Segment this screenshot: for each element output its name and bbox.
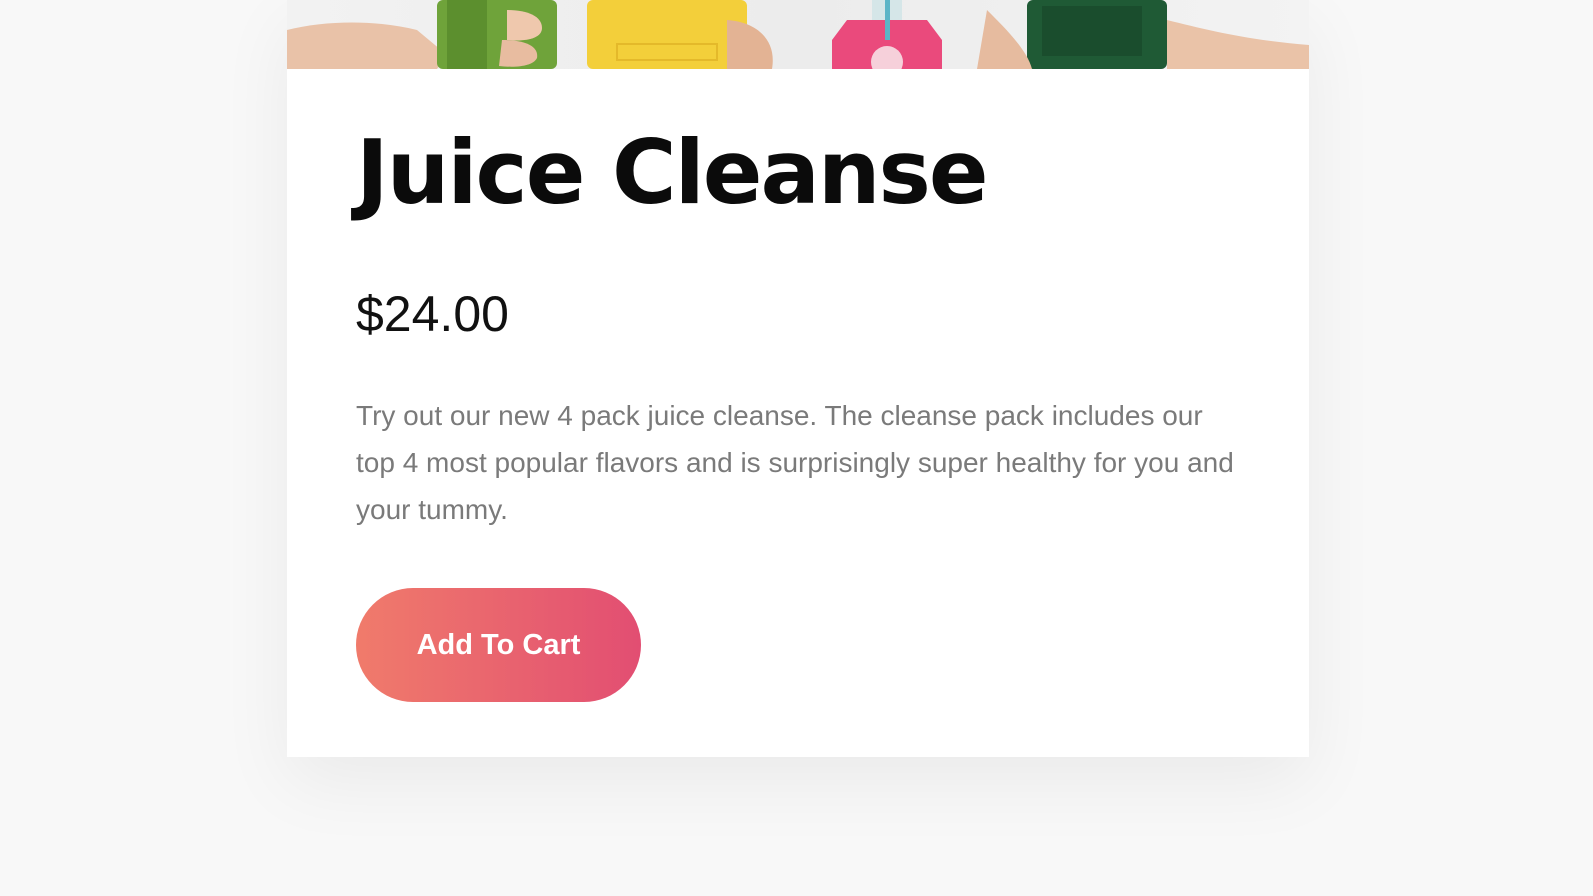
product-card: Juice Cleanse $24.00 Try out our new 4 p…: [287, 0, 1309, 757]
add-to-cart-button[interactable]: Add To Cart: [356, 588, 641, 702]
product-title: Juice Cleanse: [356, 121, 989, 224]
product-description: Try out our new 4 pack juice cleanse. Th…: [356, 400, 1234, 525]
product-price: $24.00: [356, 286, 509, 342]
product-hero-image: [287, 0, 1309, 69]
juice-bottles-photo: [287, 0, 1309, 69]
